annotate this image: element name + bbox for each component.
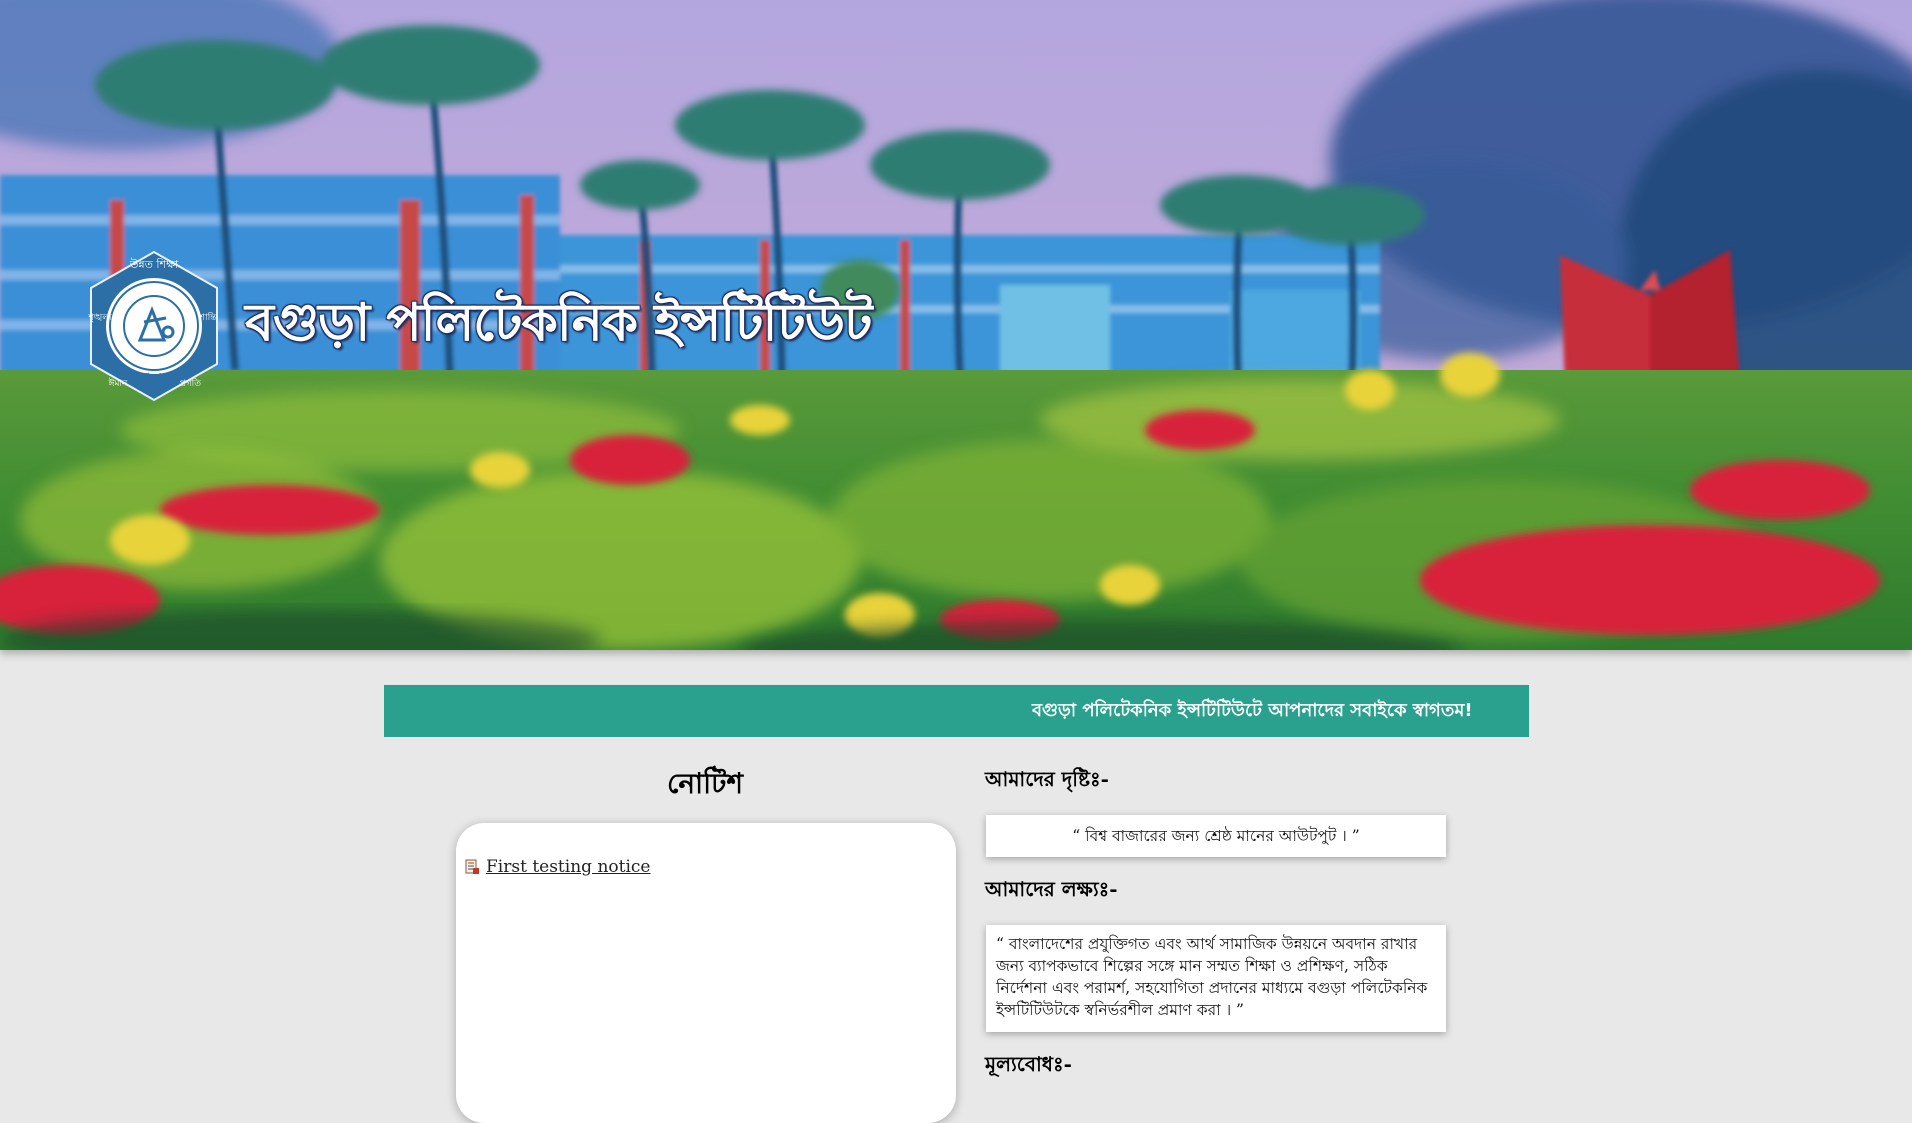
vision-box: “ বিশ্ব বাজারের জন্য শ্রেষ্ঠ মানের আউটপু…	[986, 815, 1446, 857]
mission-heading: আমাদের লক্ষ্যঃ-	[985, 877, 1118, 901]
notice-item[interactable]: First testing notice	[464, 857, 650, 877]
svg-text:বগুড়া - ৫৮০০: বগুড়া - ৫৮০০	[129, 371, 178, 380]
institute-title: বগুড়া পলিটেকনিক ইন্সটিটিউট	[245, 293, 873, 353]
svg-text:উন্নত শিক্ষা: উন্নত শিক্ষা	[129, 258, 179, 271]
mission-box: “ বাংলাদেশের প্রযুক্তিগত এবং আর্থ সামাজি…	[986, 925, 1446, 1032]
hero-banner: উন্নত শিক্ষা বগুড়া - ৫৮০০ শৃঙ্খলা শান্ত…	[0, 0, 1912, 650]
vision-heading: আমাদের দৃষ্টিঃ-	[985, 767, 1109, 791]
notice-board: First testing notice	[456, 823, 956, 1123]
values-heading: মূল্যবোধঃ-	[985, 1052, 1072, 1076]
svg-text:প্রগতি: প্রগতি	[179, 378, 201, 389]
institute-logo[interactable]: উন্নত শিক্ষা বগুড়া - ৫৮০০ শৃঙ্খলা শান্ত…	[78, 250, 230, 402]
welcome-text: বগুড়া পলিটেকনিক ইন্সটিটিউটে আপনাদের সবা…	[1032, 700, 1473, 721]
notice-title: নোটিশ	[666, 767, 744, 800]
svg-text:শৃঙ্খলা: শৃঙ্খলা	[87, 313, 112, 323]
welcome-marquee: বগুড়া পলিটেকনিক ইন্সটিটিউটে আপনাদের সবা…	[384, 685, 1529, 737]
svg-text:ঈমান: ঈমান	[108, 378, 128, 389]
notice-document-icon	[465, 859, 479, 874]
svg-text:শান্তি: শান্তি	[199, 312, 218, 323]
notice-link[interactable]: First testing notice	[486, 857, 650, 877]
